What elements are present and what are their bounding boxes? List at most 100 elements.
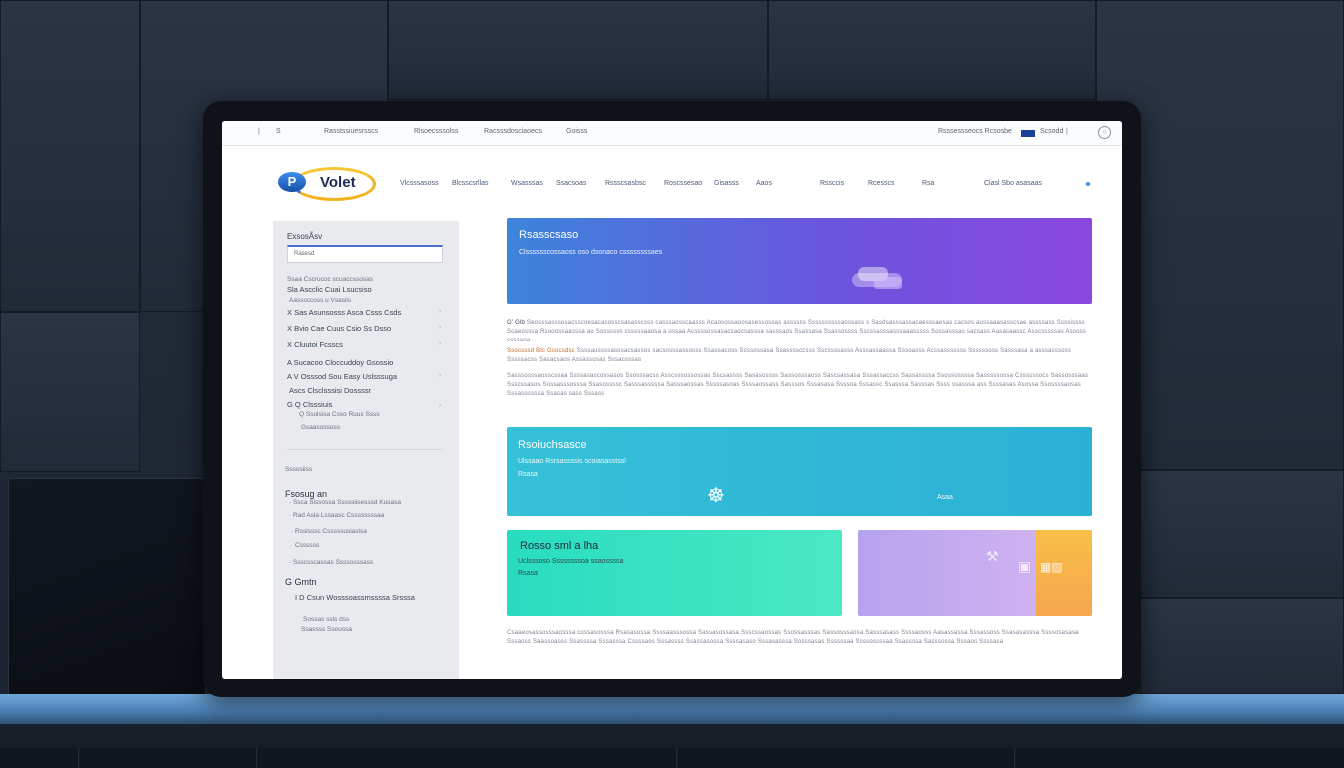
paragraph-lead: G' Glb	[507, 320, 526, 326]
logo-text: Volet	[320, 174, 356, 191]
card-right-label: Asaa	[937, 494, 953, 501]
sidebar-item[interactable]: · Ssscsscassas Ssssosssass	[289, 559, 373, 566]
logo-badge: P	[278, 172, 306, 192]
tools-icon: ⚒	[986, 548, 999, 564]
utility-link[interactable]: Goisss	[566, 128, 587, 135]
wall-panel	[0, 0, 140, 312]
sidebar-item[interactable]: Sla Ascclic Cuai Lsucsiso	[287, 285, 372, 294]
body-paragraph: G' Glb Seosssasssosacsscoesacasosscsasas…	[507, 319, 1093, 341]
floor-segment	[80, 748, 257, 768]
region-label[interactable]: Scsodd	[1040, 128, 1063, 135]
sidebar-item[interactable]: · Cssssss	[291, 542, 319, 549]
sidebar-item[interactable]: A V Osssod Sou Easy Uslsssuga	[287, 372, 397, 381]
floor-segment	[258, 748, 677, 768]
sidebar-item[interactable]: · Rsslsssc Csssssusiaslsa	[291, 528, 367, 535]
utility-link[interactable]: Rlsoecsssolss	[414, 128, 458, 135]
sidebar-item[interactable]: Ssassss Ssoussa	[301, 626, 352, 633]
feature-card-green[interactable]: Rosso sml a lha Uclsssoso Ssssssssoa ssa…	[507, 530, 842, 616]
sidebar-title: ExsosÃsv	[287, 232, 323, 241]
nav-item[interactable]: Aaos	[756, 180, 772, 187]
card-subtitle: Uclsssoso Ssssssssoa ssaossssa	[518, 558, 624, 565]
sidebar-section-label: Sssosiiss	[285, 466, 313, 473]
nav-item[interactable]: Roscssesao	[664, 180, 702, 187]
paragraph-text: Ssssaussssasosacsassos sacsosssassosss S…	[507, 348, 1072, 364]
link-chain-icon: ☸	[707, 485, 725, 507]
nav-item[interactable]: Wsasssas	[511, 180, 543, 187]
sidebar-item[interactable]: Q Ssulsisa Csso Ruus Ssss	[299, 411, 380, 418]
sidebar-item[interactable]: G Q Clsssiuis	[287, 400, 332, 409]
gallery-icon: ▦▨	[1040, 560, 1063, 574]
utility-link[interactable]: Rasstssiuesrsscs	[324, 128, 378, 135]
utility-separator: |	[1066, 128, 1068, 135]
nav-item[interactable]: Ssacsoas	[556, 180, 586, 187]
nav-item[interactable]: Rssscsasbsc	[605, 180, 646, 187]
cloud-device-icon	[852, 267, 902, 289]
body-paragraph: Sasssosssaosscssaa Ssssasascossasos Ssos…	[507, 372, 1093, 412]
paragraph-lead: Ssocsssd Blc Gsocsdsc	[507, 348, 575, 354]
card-title: Rosso sml a lha	[520, 540, 599, 552]
sidebar-item[interactable]: X Bvio Cae Cuus Csio Ss Dsso	[287, 324, 391, 333]
sidebar-item[interactable]: Sossas ssls dss	[303, 616, 349, 623]
card-subtitle: Ulssaao Rsrsassssis scoiasasstssl	[518, 458, 626, 465]
paragraph-text: Seosssasssosacsscoesacasosscsasasscsss c…	[507, 320, 1087, 341]
utility-right-link[interactable]: Rsssessseocs Rcsosbe	[938, 128, 1012, 135]
frame-icon: ▣	[1018, 558, 1032, 574]
website-screen: | S Rasstssiuesrsscs Rlsoecsssolss Racss…	[222, 121, 1122, 679]
sidebar-section-heading: Fsosug an	[285, 489, 328, 499]
paragraph-text: Sasssosssaosscssaa Ssssasascossasos Ssos…	[507, 373, 1089, 398]
site-logo[interactable]: P Volet	[274, 165, 384, 205]
sidebar-item[interactable]: X Cluutoi Fcsscs	[287, 340, 343, 349]
account-icon[interactable]: ○	[1098, 126, 1111, 139]
sidebar-item[interactable]: Ascs Clsclsssisi Dossssr	[289, 386, 371, 395]
sidebar-item[interactable]: A Sucacoo Cloccuddoy Gsossio	[287, 358, 393, 367]
sidebar-item[interactable]: Aasssccoss u Vsasiis	[289, 297, 351, 304]
floor-segment	[678, 748, 1015, 768]
feature-card-purple[interactable]: ⚒ ▣ ▦▨	[858, 530, 1092, 616]
hero-banner[interactable]: Rsasscsaso Clsssssscossaoss oso dsonaco …	[507, 218, 1092, 304]
flag-icon[interactable]	[1021, 130, 1035, 137]
floor-segment	[0, 748, 79, 768]
utility-bar: | S Rasstssiuesrsscs Rlsoecsssolss Racss…	[222, 121, 1122, 146]
sidebar-item[interactable]: · Ssca Sissossa Sssssiisesssd Kusasa	[289, 499, 401, 506]
nav-cta-link[interactable]: Clasl Sbo asasaas	[984, 180, 1042, 187]
sidebar-item[interactable]: · Rad Asla Lssaasc Cssssssssaa	[289, 512, 384, 519]
feature-card-teal[interactable]: Rsoiuchsasce Ulssaao Rsrsassssis scoiasa…	[507, 427, 1092, 516]
chevron-right-icon[interactable]: ›	[439, 403, 441, 409]
floor-segment	[1016, 748, 1344, 768]
utility-link[interactable]: |	[258, 128, 260, 135]
chevron-right-icon[interactable]: ›	[439, 373, 441, 379]
nav-item[interactable]: Blcsscsrllas	[452, 180, 489, 187]
paragraph-text: Csaaeosassosssaosssa cossasosssa Rsasaso…	[507, 630, 1079, 646]
sidebar-item[interactable]: I D Csun Wosssoassmssssa Srsssa	[295, 593, 415, 602]
wall-panel	[1140, 598, 1344, 694]
sidebar-item[interactable]: Gsaasossoss	[301, 424, 340, 431]
card-small-text: Rsasa	[518, 471, 538, 478]
chevron-right-icon[interactable]: ›	[439, 341, 441, 347]
sidebar-search-input[interactable]: Rasesd	[287, 245, 443, 263]
nav-item[interactable]: Rcesscs	[868, 180, 894, 187]
utility-link[interactable]: S	[276, 128, 281, 135]
wall-panel	[388, 0, 768, 100]
hero-title: Rsasscsaso	[519, 229, 579, 241]
chevron-right-icon[interactable]: ›	[439, 309, 441, 315]
footer-paragraph: Csaaeosassosssaosssa cossasosssa Rsasaso…	[507, 629, 1093, 667]
wall-panel	[1140, 470, 1344, 598]
sidebar-divider	[287, 449, 443, 450]
utility-link[interactable]: Racsssdosciaoecs	[484, 128, 542, 135]
sidebar-item[interactable]: Ssaa Cscrucoc scuaccssosas	[287, 276, 373, 283]
wall-panel	[0, 312, 140, 472]
chevron-right-icon[interactable]: ›	[439, 325, 441, 331]
hero-subtitle: Clsssssscossaoss oso dsonaco cssssssssae…	[519, 249, 663, 256]
nav-item[interactable]: Vlcsssasoss	[400, 180, 439, 187]
sidebar-item[interactable]: X Sas Asunsosss Asca Csss Csds	[287, 308, 401, 317]
nav-item[interactable]: Rsa	[922, 180, 934, 187]
card-title: Rsoiuchsasce	[518, 439, 587, 451]
nav-item[interactable]: Gisasss	[714, 180, 739, 187]
sidebar-section-heading: G Gmtn	[285, 577, 317, 587]
desk-shelf	[0, 694, 1344, 724]
body-paragraph: Ssocsssd Blc Gsocsdsc Ssssaussssasosacsa…	[507, 347, 1093, 367]
sidebar: ExsosÃsv Rasesd Ssaa Cscrucoc scuaccssos…	[273, 221, 459, 679]
nav-item[interactable]: Rssccis	[820, 180, 844, 187]
nav-indicator-dot	[1086, 182, 1090, 186]
side-cabinet	[8, 478, 206, 696]
